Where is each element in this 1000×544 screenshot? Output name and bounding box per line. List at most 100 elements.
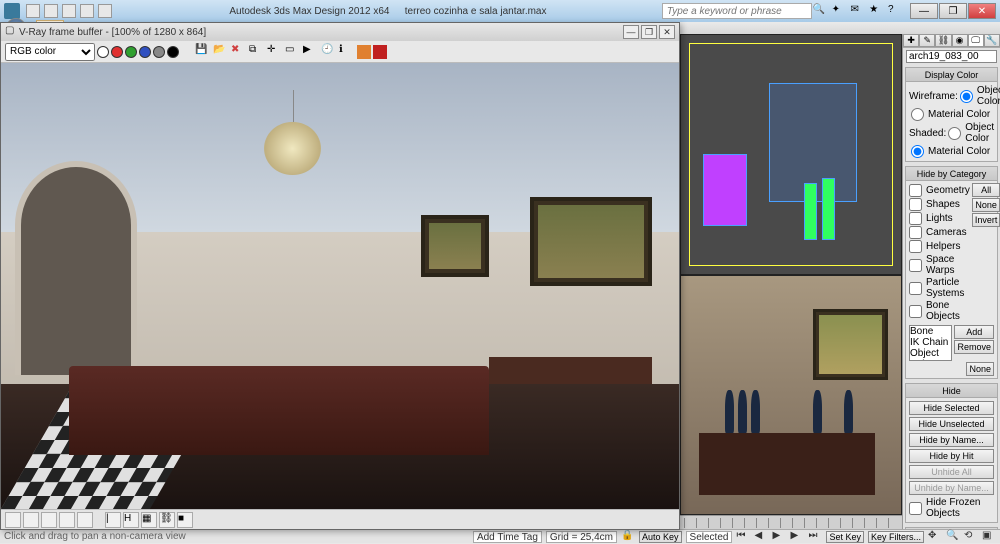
unhide-by-name-button[interactable]: Unhide by Name... <box>909 481 994 495</box>
viewport-nav-zoom-icon[interactable]: 🔍 <box>946 530 960 544</box>
vfb-minimize-button[interactable]: — <box>623 25 639 39</box>
hide-by-hit-button[interactable]: Hide by Hit <box>909 449 994 463</box>
modify-tab[interactable]: ✎ <box>919 34 935 47</box>
viewport-perspective[interactable] <box>680 275 902 516</box>
clear-image-icon[interactable]: ✖ <box>231 44 247 60</box>
create-tab[interactable]: ✚ <box>903 34 919 47</box>
invert-button[interactable]: Invert <box>972 213 1000 227</box>
sh-material-color-radio[interactable] <box>911 145 924 158</box>
hidecat-particle-systems-checkbox[interactable] <box>909 282 922 295</box>
qat-redo-icon[interactable] <box>98 4 112 18</box>
help-icon[interactable]: ? <box>888 4 902 18</box>
load-image-icon[interactable]: 📂 <box>213 44 229 60</box>
bucket-icon[interactable]: ▦ <box>141 512 157 528</box>
vfb-render-view[interactable] <box>1 63 679 509</box>
add-time-tag-button[interactable]: Add Time Tag <box>473 531 542 543</box>
object-name-input[interactable] <box>906 50 997 63</box>
sh-object-color-radio[interactable] <box>948 127 961 140</box>
qat-save-icon[interactable] <box>62 4 76 18</box>
color-correct-icon[interactable] <box>357 45 371 59</box>
set-key-button[interactable]: Set Key <box>826 531 864 543</box>
wf-material-color-radio[interactable] <box>911 108 924 121</box>
motion-tab[interactable]: ◉ <box>952 34 968 47</box>
hidecat-cameras-checkbox[interactable] <box>909 226 922 239</box>
hidecat-geometry-checkbox[interactable] <box>909 184 922 197</box>
utilities-tab[interactable]: 🔧 <box>984 34 1000 47</box>
channel-green-icon[interactable] <box>125 46 137 58</box>
qat-undo-icon[interactable] <box>80 4 94 18</box>
key-mode-select[interactable]: Selected <box>686 531 733 543</box>
clamp-icon[interactable]: H <box>123 512 139 528</box>
hidecat-helpers-checkbox[interactable] <box>909 240 922 253</box>
auto-key-button[interactable]: Auto Key <box>639 531 682 543</box>
track-mouse-icon[interactable]: ✛ <box>267 44 283 60</box>
qat-open-icon[interactable] <box>44 4 58 18</box>
viewport-top[interactable] <box>680 34 902 275</box>
next-frame-icon[interactable]: ▶ <box>790 530 804 544</box>
goto-start-icon[interactable]: ⏮ <box>736 530 750 544</box>
play-icon[interactable]: ▶ <box>772 530 786 544</box>
qat-new-icon[interactable] <box>26 4 40 18</box>
goto-end-icon[interactable]: ⏭ <box>808 530 822 544</box>
all-button[interactable]: All <box>972 183 1000 197</box>
srgb-icon[interactable]: | <box>105 512 121 528</box>
list-item[interactable]: Bone <box>910 326 951 337</box>
search-icon[interactable]: 🔍 <box>813 4 827 18</box>
lock-icon[interactable]: 🔒 <box>621 530 635 544</box>
hidecat-lights-checkbox[interactable] <box>909 212 922 225</box>
pixel-info-icon[interactable]: ℹ <box>339 44 355 60</box>
exchange-icon[interactable]: ✉ <box>850 4 864 18</box>
curves-icon[interactable] <box>41 512 57 528</box>
channel-mono-icon[interactable] <box>167 46 179 58</box>
list-item[interactable]: Point <box>910 359 951 361</box>
hierarchy-tab[interactable]: ⛓ <box>935 34 951 47</box>
none-button[interactable]: None <box>972 198 1000 212</box>
rollout-header[interactable]: Hide <box>906 384 997 398</box>
channel-alpha-icon[interactable] <box>153 46 165 58</box>
rollout-header[interactable]: Hide by Category <box>906 167 997 181</box>
viewport-nav-orbit-icon[interactable]: ⟲ <box>964 530 978 544</box>
subscription-icon[interactable]: ✦ <box>832 4 846 18</box>
link-icon[interactable]: ⛓ <box>159 512 175 528</box>
prev-frame-icon[interactable]: ◀ <box>754 530 768 544</box>
vfb-channel-select[interactable]: RGB color <box>5 43 95 61</box>
add-button[interactable]: Add <box>954 325 994 339</box>
hide-by-name-button[interactable]: Hide by Name... <box>909 433 994 447</box>
hidecat-space-warps-checkbox[interactable] <box>909 259 922 272</box>
app-icon[interactable] <box>4 3 20 19</box>
plugin-category-list[interactable]: BoneIK Chain ObjectPoint <box>909 325 952 361</box>
channel-blue-icon[interactable] <box>139 46 151 58</box>
display-tab[interactable]: 🖵 <box>968 34 984 47</box>
favorite-icon[interactable]: ★ <box>869 4 883 18</box>
close-button[interactable]: ✕ <box>968 3 996 19</box>
hide-frozen-checkbox[interactable] <box>909 502 922 515</box>
vfb-history-icon[interactable]: 🕘 <box>321 44 337 60</box>
time-slider[interactable] <box>680 515 902 529</box>
region-render-icon[interactable]: ▭ <box>285 44 301 60</box>
vfb-close-button[interactable]: ✕ <box>659 25 675 39</box>
none2-button[interactable]: None <box>966 362 994 376</box>
viewport-nav-max-icon[interactable]: ▣ <box>982 530 996 544</box>
levels-icon[interactable] <box>59 512 75 528</box>
minimize-button[interactable]: — <box>910 3 938 19</box>
info-icon[interactable] <box>77 512 93 528</box>
stop-icon[interactable]: ■ <box>177 512 193 528</box>
vfb-maximize-button[interactable]: ❐ <box>641 25 657 39</box>
hide-selected-button[interactable]: Hide Selected <box>909 401 994 415</box>
channel-rgb-icon[interactable] <box>97 46 109 58</box>
hide-unselected-button[interactable]: Hide Unselected <box>909 417 994 431</box>
help-search-input[interactable] <box>662 3 812 19</box>
duplicate-icon[interactable]: ⧉ <box>249 44 265 60</box>
viewport-nav-pan-icon[interactable]: ✥ <box>928 530 942 544</box>
save-image-icon[interactable]: 💾 <box>195 44 211 60</box>
unhide-all-button[interactable]: Unhide All <box>909 465 994 479</box>
hidecat-shapes-checkbox[interactable] <box>909 198 922 211</box>
render-last-icon[interactable]: ▶ <box>303 44 319 60</box>
stamp-icon[interactable] <box>373 45 387 59</box>
rollout-header[interactable]: Display Color <box>906 68 997 82</box>
list-item[interactable]: IK Chain Object <box>910 337 951 359</box>
remove-button[interactable]: Remove <box>954 340 994 354</box>
channel-red-icon[interactable] <box>111 46 123 58</box>
maximize-button[interactable]: ❐ <box>939 3 967 19</box>
exposure-icon[interactable] <box>23 512 39 528</box>
